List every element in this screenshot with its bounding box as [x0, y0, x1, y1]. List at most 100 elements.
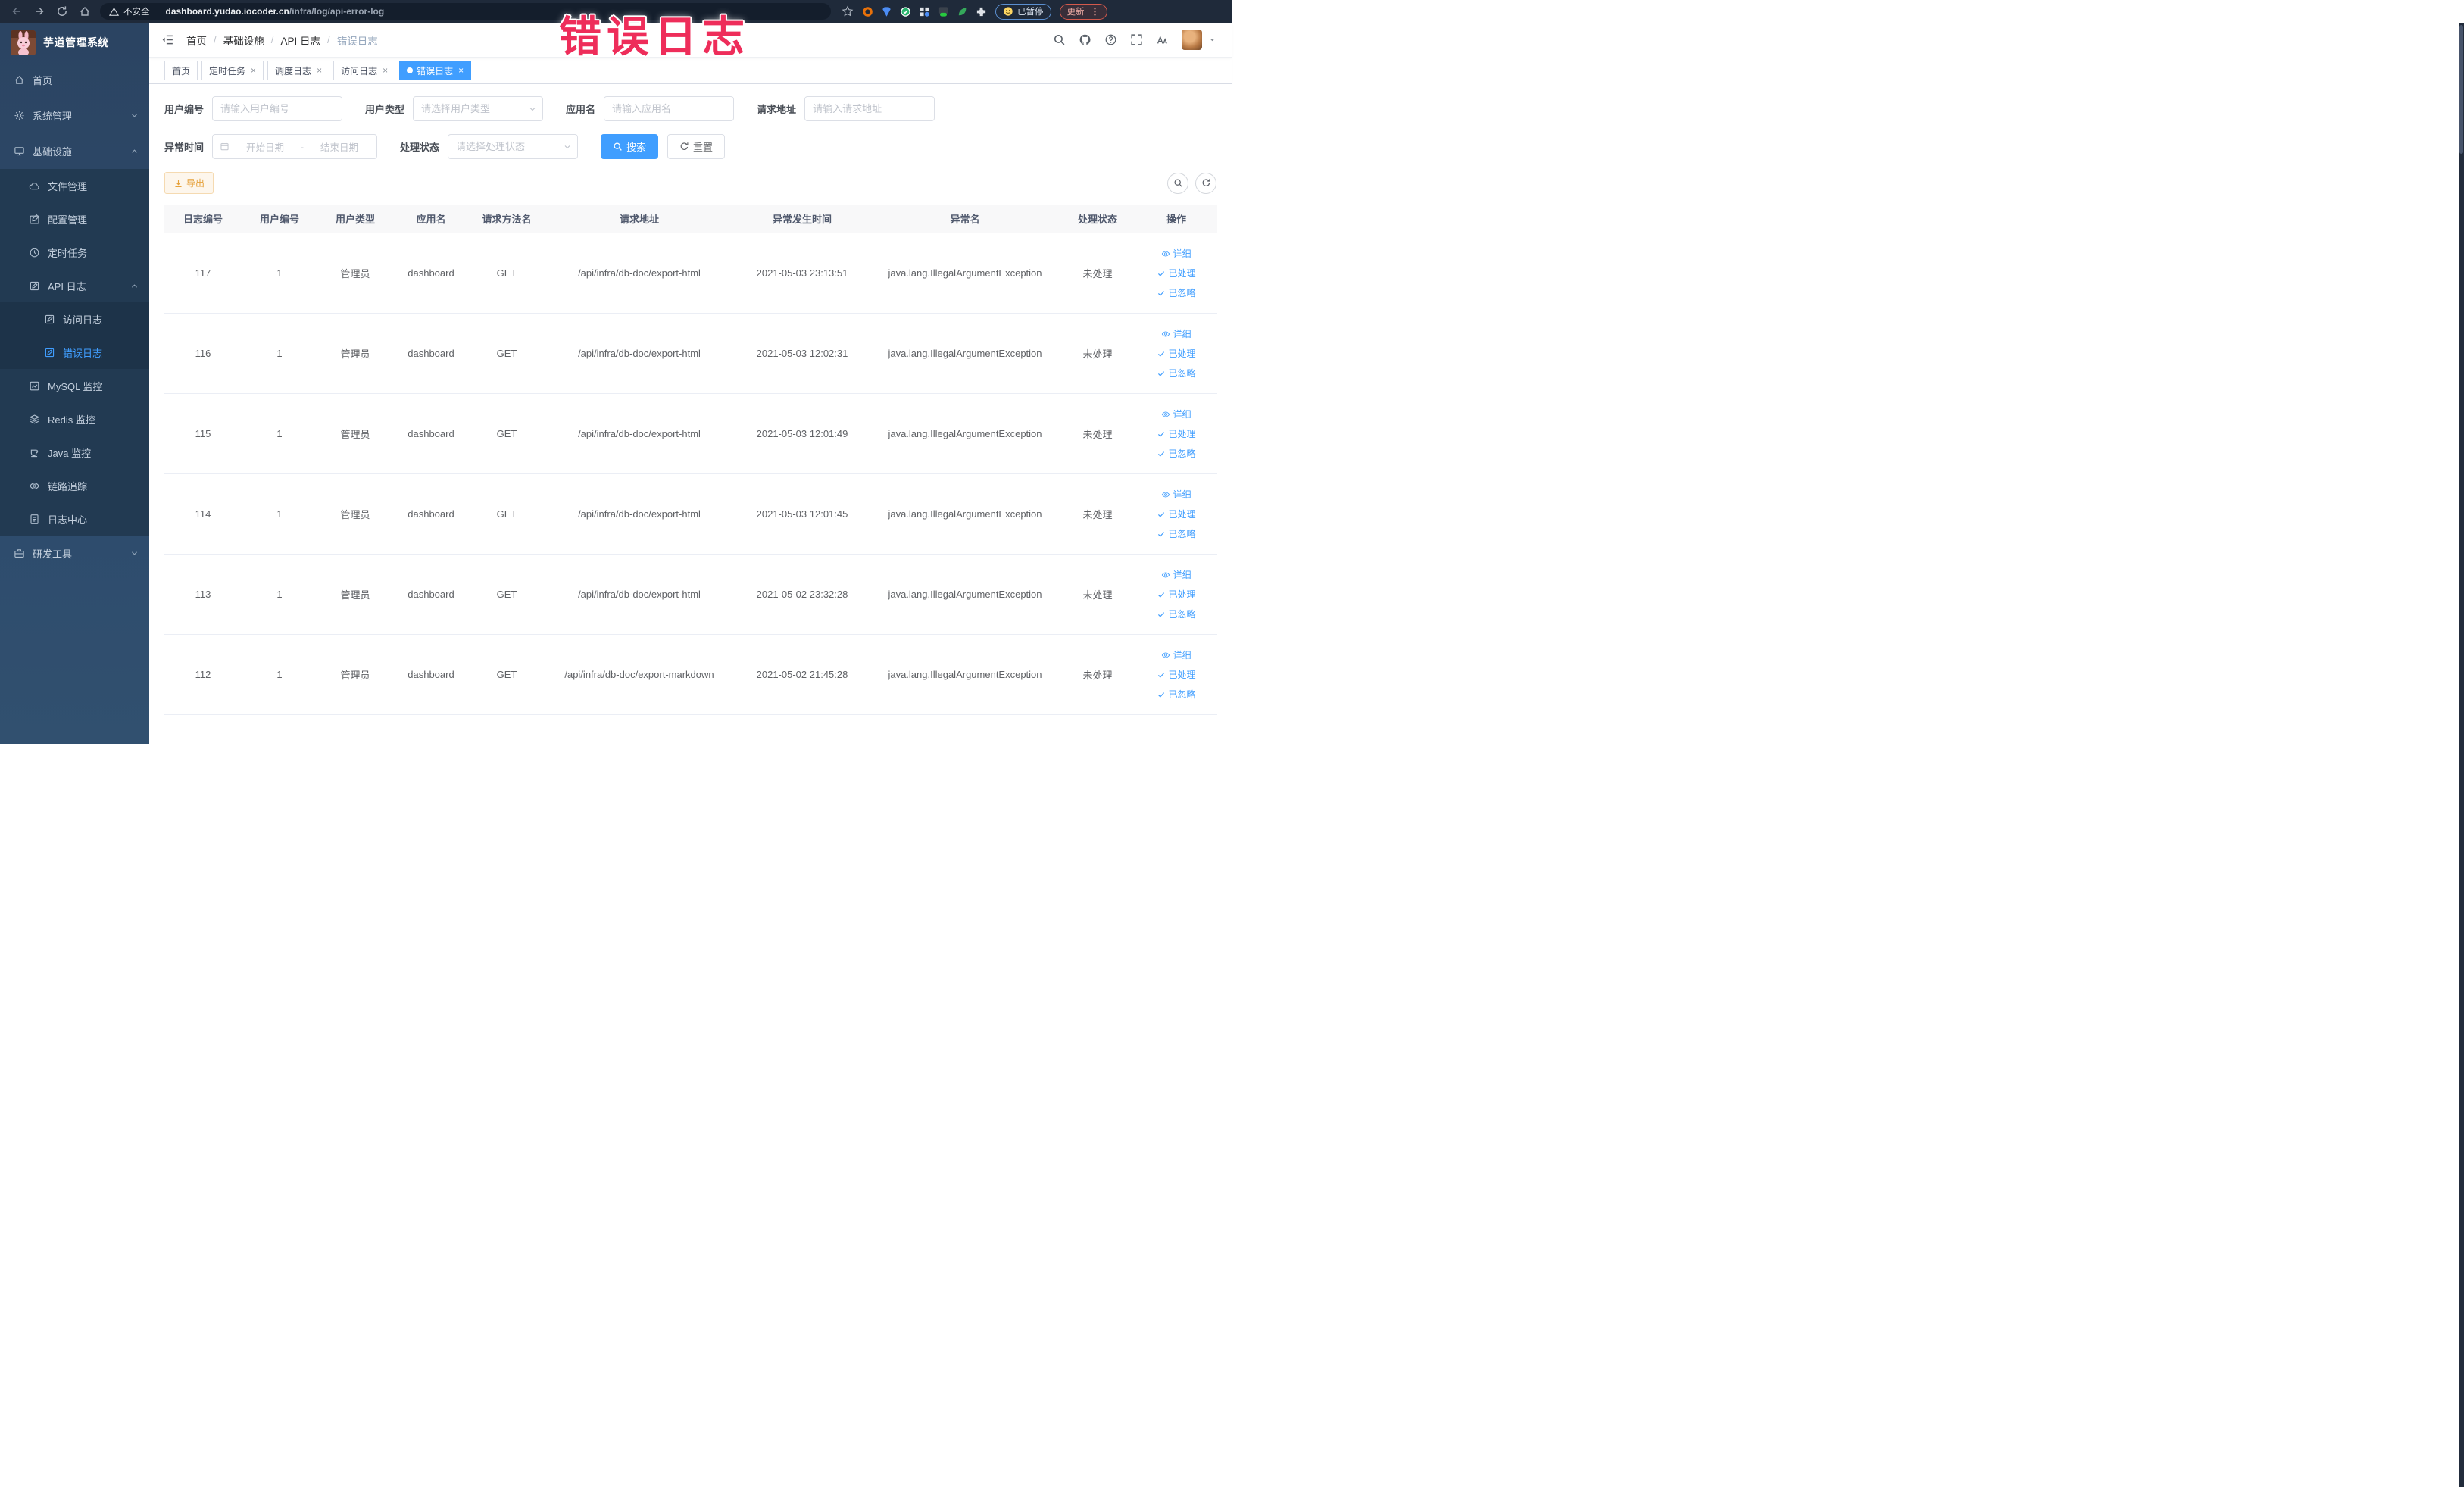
orange-ring-ext-icon[interactable]	[862, 6, 873, 17]
detail-link[interactable]: 详细	[1161, 408, 1191, 420]
breadcrumb-item-home[interactable]: 首页	[186, 33, 207, 48]
cell-request_url: /api/infra/db-doc/export-html	[578, 508, 701, 520]
address-bar[interactable]: 不安全 dashboard.yudao.iocoder.cn/infra/log…	[100, 3, 831, 20]
fullscreen-icon[interactable]	[1130, 33, 1143, 46]
security-warning-icon[interactable]	[109, 7, 119, 17]
sidebar-item-API 日志[interactable]: API 日志	[0, 269, 149, 302]
sidebar-item-label: 链路追踪	[48, 480, 88, 492]
paused-label: 已暂停	[1017, 8, 1044, 17]
sidebar-item-首页[interactable]: 首页	[0, 62, 149, 98]
profile-paused-badge[interactable]: 已暂停	[995, 3, 1051, 20]
sidebar-item-访问日志[interactable]: 访问日志	[0, 302, 149, 336]
app-logo[interactable]: 芋道管理系统	[0, 23, 149, 62]
close-icon[interactable]: ×	[317, 65, 322, 76]
mark-processed-link[interactable]: 已处理	[1157, 668, 1196, 681]
mark-ignored-link[interactable]: 已忽略	[1157, 688, 1196, 701]
user-id-input[interactable]	[212, 96, 343, 121]
detail-link[interactable]: 详细	[1161, 247, 1191, 260]
mark-ignored-link[interactable]: 已忽略	[1157, 286, 1196, 299]
sidebar-item-label: 访问日志	[63, 314, 103, 326]
sidebar-item-基础设施[interactable]: 基础设施	[0, 133, 149, 169]
github-icon[interactable]	[1079, 33, 1091, 46]
detail-link[interactable]: 详细	[1161, 648, 1191, 661]
sidebar-item-label: Redis 监控	[48, 414, 95, 426]
detail-link[interactable]: 详细	[1161, 488, 1191, 501]
doc-icon	[29, 514, 40, 525]
request-url-input[interactable]	[804, 96, 935, 121]
edit-icon	[29, 214, 40, 225]
avatar-caret-down-icon[interactable]	[1208, 36, 1216, 44]
close-icon[interactable]: ×	[251, 65, 256, 76]
tab-访问日志[interactable]: 访问日志 ×	[333, 61, 396, 80]
process-status-select-input[interactable]	[448, 134, 579, 159]
question-help-icon[interactable]	[1104, 33, 1117, 46]
mark-processed-link[interactable]: 已处理	[1157, 508, 1196, 520]
user-type-select-input[interactable]	[413, 96, 544, 121]
url-text: dashboard.yudao.iocoder.cn/infra/log/api…	[166, 6, 385, 17]
chrome-update-button[interactable]: 更新	[1059, 3, 1107, 20]
cell-actions: 详细 已处理 已忽略	[1135, 408, 1217, 460]
on-badge-ext-icon[interactable]	[938, 6, 949, 17]
export-button[interactable]: 导出	[164, 172, 214, 194]
process-status-select[interactable]	[448, 134, 579, 159]
user-type-select[interactable]	[413, 96, 544, 121]
app-name-input[interactable]	[604, 96, 735, 121]
mark-processed-link[interactable]: 已处理	[1157, 588, 1196, 601]
blue-shield-ext-icon[interactable]	[881, 6, 892, 17]
sidebar-item-日志中心[interactable]: 日志中心	[0, 502, 149, 536]
mark-ignored-link[interactable]: 已忽略	[1157, 367, 1196, 380]
font-size-icon[interactable]	[1156, 33, 1169, 46]
user-type-label: 用户类型	[365, 104, 405, 115]
tab-错误日志[interactable]: 错误日志 ×	[399, 61, 472, 80]
search-button[interactable]: 搜索	[601, 134, 659, 159]
green-check-ext-icon[interactable]	[900, 6, 911, 17]
mark-processed-link[interactable]: 已处理	[1157, 347, 1196, 360]
mark-ignored-link[interactable]: 已忽略	[1157, 608, 1196, 620]
close-icon[interactable]: ×	[383, 65, 388, 76]
sidebar-item-链路追踪[interactable]: 链路追踪	[0, 469, 149, 502]
toggle-search-button[interactable]	[1167, 172, 1188, 194]
sidebar-item-配置管理[interactable]: 配置管理	[0, 202, 149, 236]
breadcrumb-item-api-log[interactable]: API 日志	[281, 33, 321, 48]
grid-ext-icon[interactable]	[919, 6, 930, 17]
refresh-table-button[interactable]	[1195, 172, 1216, 194]
sidebar-item-系统管理[interactable]: 系统管理	[0, 98, 149, 133]
tab-调度日志[interactable]: 调度日志 ×	[267, 61, 330, 80]
kebab-menu-icon[interactable]	[1090, 7, 1100, 17]
reload-icon[interactable]	[56, 5, 68, 17]
exception-time-range-picker[interactable]: 开始日期 - 结束日期	[212, 134, 378, 159]
detail-link[interactable]: 详细	[1161, 327, 1191, 340]
mark-processed-link[interactable]: 已处理	[1157, 427, 1196, 440]
page-scrollbar[interactable]	[2459, 23, 2464, 1487]
search-icon[interactable]	[1053, 33, 1066, 46]
green-leaf-ext-icon[interactable]	[957, 6, 968, 17]
mark-ignored-link[interactable]: 已忽略	[1157, 527, 1196, 540]
mark-ignored-link[interactable]: 已忽略	[1157, 447, 1196, 460]
sidebar-item-Java 监控[interactable]: Java 监控	[0, 436, 149, 469]
detail-link[interactable]: 详细	[1161, 568, 1191, 581]
scrollbar-thumb[interactable]	[2459, 25, 2463, 154]
home-icon[interactable]	[79, 5, 91, 17]
cell-actions: 详细 已处理 已忽略	[1135, 327, 1217, 380]
forward-icon[interactable]	[33, 5, 45, 17]
puzzle-ext-icon[interactable]	[976, 6, 987, 17]
search-button-label: 搜索	[626, 142, 647, 153]
sidebar-item-错误日志[interactable]: 错误日志	[0, 336, 149, 369]
back-icon[interactable]	[11, 5, 23, 17]
close-icon[interactable]: ×	[458, 65, 464, 76]
reset-button[interactable]: 重置	[667, 134, 726, 159]
sidebar-item-文件管理[interactable]: 文件管理	[0, 169, 149, 202]
sidebar-item-MySQL 监控[interactable]: MySQL 监控	[0, 369, 149, 402]
sidebar-item-定时任务[interactable]: 定时任务	[0, 236, 149, 269]
bookmark-star-icon[interactable]	[842, 5, 854, 17]
sidebar-item-Redis 监控[interactable]: Redis 监控	[0, 402, 149, 436]
cell-app_name: dashboard	[408, 348, 454, 359]
tab-定时任务[interactable]: 定时任务 ×	[201, 61, 264, 80]
tab-首页[interactable]: 首页	[164, 61, 198, 80]
breadcrumb-item-infra[interactable]: 基础设施	[223, 33, 264, 48]
sidebar-item-研发工具[interactable]: 研发工具	[0, 536, 149, 571]
user-avatar[interactable]	[1182, 30, 1202, 50]
column-header-异常名: 异常名	[950, 214, 980, 225]
sidebar-fold-icon[interactable]	[161, 33, 174, 46]
mark-processed-link[interactable]: 已处理	[1157, 267, 1196, 280]
